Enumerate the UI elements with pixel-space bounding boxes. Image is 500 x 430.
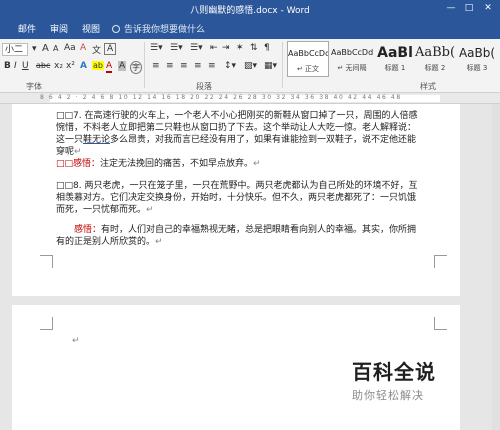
minimize-button[interactable]: — [444,2,458,14]
ribbon-separator [282,42,283,88]
maximize-button[interactable]: □ [462,2,476,14]
title-bar: 八则幽默的感悟.docx - Word — □ ✕ [0,0,500,17]
paragraph-8: □□8. 两只老虎，一只在笼子里，一只在荒野中。两只老虎都认为自己所处的环境不好… [56,180,424,216]
close-button[interactable]: ✕ [481,2,495,14]
strikethrough-button[interactable]: abc [36,61,50,70]
paragraph-mark: ↵ [146,205,154,215]
crop-mark-top-left [40,317,53,330]
insight-text: 有时，人们对自己的幸福熟视无睹，总是把眼睛看向别人的幸福。其实，你所拥有的正是别… [56,225,417,247]
style-preview: AaBb( [458,46,496,60]
change-case-button[interactable]: Aa [64,43,76,53]
tab-view[interactable]: 视图 [82,22,100,35]
tell-me-search[interactable]: 告诉我你想要做什么 [112,22,205,35]
style-name: 标题 3 [466,64,488,72]
enclose-char-button[interactable]: 字 [130,61,142,74]
style-preview: AaBb( [414,45,456,60]
line-spacing-icon[interactable]: ↕▾ [224,61,236,71]
decrease-indent-icon[interactable]: ⇤ [210,43,218,53]
watermark: 百科全说 助你轻松解决 [352,356,472,403]
style-name: ↵ 正文 [296,65,320,73]
superscript-button[interactable]: x² [66,61,75,71]
document-page[interactable]: □□7. 在高速行驶的火车上，一个老人不小心把刚买的新鞋从窗口掉了一只，周围的人… [12,104,460,296]
horizontal-ruler[interactable]: 8 6 4 2 · 2 4 6 8 10 12 14 16 18 20 22 2… [0,93,500,104]
highlight-button[interactable]: ab [92,61,104,70]
style-heading-3[interactable]: AaBb( 标题 3 [456,41,498,77]
paragraph-mark: ↵ [74,147,82,157]
paragraph-7: □□7. 在高速行驶的火车上，一个老人不小心把刚买的新鞋从窗口掉了一只，周围的人… [56,110,424,158]
paragraph-mark: ↵ [253,159,261,169]
paragraph-mark: ↵ [155,237,163,247]
styles-group-label: 样式 [420,82,436,91]
underline-button[interactable]: U [22,61,29,71]
paragraph-mark: ↵ [72,336,80,346]
distributed-icon[interactable]: ≡ [208,61,216,71]
grow-font-button[interactable]: A [42,43,49,54]
italic-button[interactable]: I [14,61,17,71]
window-title: 八则幽默的感悟.docx - Word [190,6,310,16]
borders-icon[interactable]: ▦▾ [264,61,277,71]
vertical-scrollbar[interactable] [492,104,500,430]
insight-label: □□感悟： [56,159,101,169]
font-size-select[interactable]: 小二 [2,43,28,56]
style-no-spacing[interactable]: AaBbCcDd ↵ 无间隔 [331,41,373,77]
subscript-button[interactable]: x₂ [54,61,63,71]
style-preview: AaBbCcDd [288,49,328,58]
font-group-label: 字体 [26,82,42,91]
style-preview: AaBl [377,45,413,61]
clear-format-button[interactable]: A [80,43,86,53]
tell-me-text: 告诉我你想要做什么 [124,25,206,35]
style-name: 标题 1 [384,64,406,72]
crop-mark-bottom-left [40,255,53,268]
style-heading-2[interactable]: AaBb( 标题 2 [414,41,456,77]
justify-icon[interactable]: ≡ [194,61,202,71]
empty-paragraph: ↵ [72,335,440,347]
tab-review[interactable]: 审阅 [50,22,68,35]
style-name: 标题 2 [424,64,446,72]
insight-7: □□感悟：注定无法挽回的痛苦，不如早点放弃。↵ [56,158,424,170]
font-size-dropdown-icon[interactable]: ▾ [32,44,37,54]
ruler-ticks: 8 6 4 2 · 2 4 6 8 10 12 14 16 18 20 22 2… [40,94,402,101]
phonetic-guide-button[interactable]: 文 [92,43,101,56]
insight-text: 注定无法挽回的痛苦，不如早点放弃。 [100,159,254,169]
align-right-icon[interactable]: ≡ [180,61,188,71]
watermark-title: 百科全说 [352,360,436,384]
style-name: ↵ 无间隔 [337,64,367,72]
align-left-icon[interactable]: ≡ [152,61,160,71]
lightbulb-icon [112,25,120,33]
paragraph-8-text: □□8. 两只老虎，一只在笼子里，一只在荒野中。两只老虎都认为自己所处的环境不好… [56,181,418,215]
insight-8: 感悟：有时，人们对自己的幸福熟视无睹，总是把眼睛看向别人的幸福。其实，你所拥有的… [56,224,424,248]
char-shading-button[interactable]: A [118,61,127,71]
align-center-icon[interactable]: ≡ [166,61,174,71]
shading-icon[interactable]: ▨▾ [244,61,257,71]
crop-mark-top-right [434,317,447,330]
tab-mailings[interactable]: 邮件 [18,22,36,35]
multilevel-list-icon[interactable]: ☰▾ [190,43,203,53]
shrink-font-button[interactable]: A [53,44,58,53]
ribbon-tabs: 邮件 审阅 视图 告诉我你想要做什么 [0,17,500,39]
numbering-icon[interactable]: ☰▾ [170,43,183,53]
style-heading-1[interactable]: AaBl 标题 1 [374,41,416,77]
paragraph-7-text-end: 多么昂贵，对我而言已经没有用了，如果有谁能捡到一双鞋子，说不定他还能穿呢 [56,135,417,157]
increase-indent-icon[interactable]: ⇥ [222,43,230,53]
font-color-button[interactable]: A [106,61,113,73]
style-normal[interactable]: AaBbCcDd ↵ 正文 [287,41,329,77]
chinese-layout-icon[interactable]: ✶ [236,43,244,53]
paragraph-7-underlined: 鞋无论 [83,135,111,145]
paragraph-group-label: 段落 [196,82,212,91]
show-marks-icon[interactable]: ¶ [264,43,270,53]
bold-button[interactable]: B [4,61,11,71]
char-border-button[interactable]: A [104,43,117,55]
crop-mark-bottom-right [434,255,447,268]
style-preview: AaBbCcDd [331,48,373,57]
bullets-icon[interactable]: ☰▾ [150,43,163,53]
text-effects-button[interactable]: A [80,61,87,71]
ribbon-separator [144,42,145,88]
ribbon-home: 小二 ▾ A A Aa A 文 A B I U abc x₂ x² A A ab… [0,39,500,93]
watermark-subtitle: 助你轻松解决 [352,389,424,402]
insight-label: 感悟： [74,225,102,235]
sort-icon[interactable]: ⇅ [250,43,258,53]
